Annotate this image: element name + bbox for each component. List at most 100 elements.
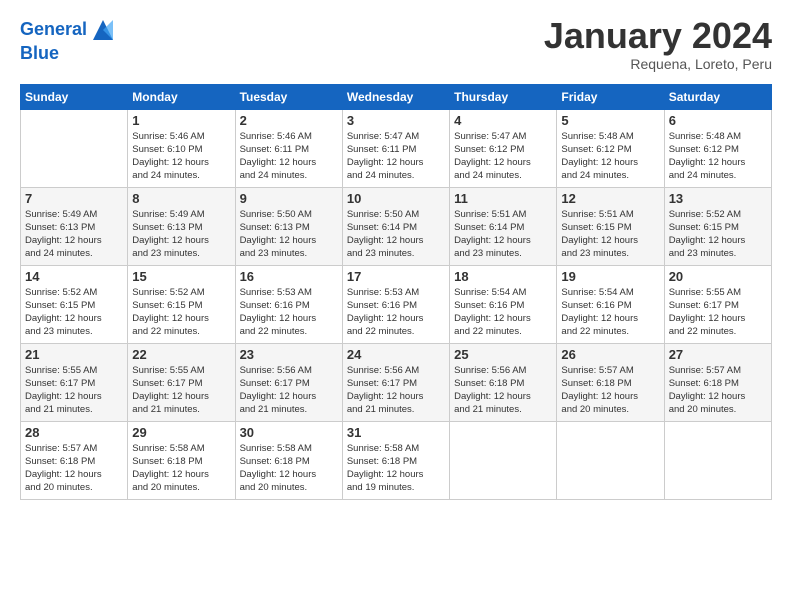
day-info: Sunrise: 5:57 AMSunset: 6:18 PMDaylight:… — [669, 364, 767, 417]
calendar-cell: 15 Sunrise: 5:52 AMSunset: 6:15 PMDayligh… — [128, 265, 235, 343]
calendar-cell: 6 Sunrise: 5:48 AMSunset: 6:12 PMDaylight… — [664, 109, 771, 187]
calendar-cell: 22Sunrise: 5:55 AMSunset: 6:17 PMDayligh… — [128, 343, 235, 421]
day-info: Sunrise: 5:49 AMSunset: 6:13 PMDaylight:… — [25, 208, 123, 261]
day-number: 21 — [25, 347, 123, 362]
calendar-cell: 31Sunrise: 5:58 AMSunset: 6:18 PMDayligh… — [342, 421, 449, 499]
day-number: 15 — [132, 269, 230, 284]
calendar-cell — [557, 421, 664, 499]
day-info: Sunrise: 5:47 AMSunset: 6:11 PMDaylight:… — [347, 130, 445, 183]
calendar-week-1: 1Sunrise: 5:46 AMSunset: 6:10 PMDaylight… — [21, 109, 772, 187]
day-info: Sunrise: 5:53 AMSunset: 6:16 PMDaylight:… — [347, 286, 445, 339]
day-number: 10 — [347, 191, 445, 206]
day-info: Sunrise: 5:46 AMSunset: 6:10 PMDaylight:… — [132, 130, 230, 183]
calendar-week-3: 14 Sunrise: 5:52 AMSunset: 6:15 PMDayligh… — [21, 265, 772, 343]
calendar-cell: 11 Sunrise: 5:51 AMSunset: 6:14 PMDayligh… — [450, 187, 557, 265]
day-number: 14 — [25, 269, 123, 284]
day-info: Sunrise: 5:49 AMSunset: 6:13 PMDaylight:… — [132, 208, 230, 261]
day-number: 6 — [669, 113, 767, 128]
day-number: 2 — [240, 113, 338, 128]
col-tuesday: Tuesday — [235, 84, 342, 109]
day-number: 4 — [454, 113, 552, 128]
day-number: 24 — [347, 347, 445, 362]
day-number: 29 — [132, 425, 230, 440]
calendar-cell: 21 Sunrise: 5:55 AMSunset: 6:17 PMDayligh… — [21, 343, 128, 421]
day-info: Sunrise: 5:54 AMSunset: 6:16 PMDaylight:… — [561, 286, 659, 339]
day-info: Sunrise: 5:48 AMSunset: 6:12 PMDaylight:… — [561, 130, 659, 183]
calendar-cell: 5 Sunrise: 5:48 AMSunset: 6:12 PMDaylight… — [557, 109, 664, 187]
calendar-cell: 4 Sunrise: 5:47 AMSunset: 6:12 PMDaylight… — [450, 109, 557, 187]
header-row: Sunday Monday Tuesday Wednesday Thursday… — [21, 84, 772, 109]
day-number: 23 — [240, 347, 338, 362]
calendar-cell: 13 Sunrise: 5:52 AMSunset: 6:15 PMDayligh… — [664, 187, 771, 265]
calendar-cell: 16 Sunrise: 5:53 AMSunset: 6:16 PMDayligh… — [235, 265, 342, 343]
day-info: Sunrise: 5:48 AMSunset: 6:12 PMDaylight:… — [669, 130, 767, 183]
calendar-cell: 18Sunrise: 5:54 AMSunset: 6:16 PMDayligh… — [450, 265, 557, 343]
calendar-cell — [21, 109, 128, 187]
day-number: 12 — [561, 191, 659, 206]
calendar-cell: 8 Sunrise: 5:49 AMSunset: 6:13 PMDaylight… — [128, 187, 235, 265]
calendar-cell: 29 Sunrise: 5:58 AMSunset: 6:18 PMDayligh… — [128, 421, 235, 499]
calendar-cell: 26 Sunrise: 5:57 AMSunset: 6:18 PMDayligh… — [557, 343, 664, 421]
page-header: General Blue January 2024 Requena, Loret… — [20, 16, 772, 72]
calendar-cell: 12Sunrise: 5:51 AMSunset: 6:15 PMDayligh… — [557, 187, 664, 265]
calendar-cell: 2 Sunrise: 5:46 AMSunset: 6:11 PMDaylight… — [235, 109, 342, 187]
logo-blue: Blue — [20, 43, 59, 63]
calendar-cell: 23 Sunrise: 5:56 AMSunset: 6:17 PMDayligh… — [235, 343, 342, 421]
day-info: Sunrise: 5:47 AMSunset: 6:12 PMDaylight:… — [454, 130, 552, 183]
month-title: January 2024 — [544, 16, 772, 56]
day-number: 20 — [669, 269, 767, 284]
day-number: 25 — [454, 347, 552, 362]
logo-text: General — [20, 20, 87, 40]
title-block: January 2024 Requena, Loreto, Peru — [544, 16, 772, 72]
calendar-cell: 27Sunrise: 5:57 AMSunset: 6:18 PMDayligh… — [664, 343, 771, 421]
day-info: Sunrise: 5:58 AMSunset: 6:18 PMDaylight:… — [240, 442, 338, 495]
day-number: 5 — [561, 113, 659, 128]
day-number: 17 — [347, 269, 445, 284]
day-info: Sunrise: 5:46 AMSunset: 6:11 PMDaylight:… — [240, 130, 338, 183]
day-number: 18 — [454, 269, 552, 284]
col-monday: Monday — [128, 84, 235, 109]
day-info: Sunrise: 5:55 AMSunset: 6:17 PMDaylight:… — [25, 364, 123, 417]
day-number: 11 — [454, 191, 552, 206]
day-number: 8 — [132, 191, 230, 206]
day-number: 28 — [25, 425, 123, 440]
day-number: 19 — [561, 269, 659, 284]
day-number: 7 — [25, 191, 123, 206]
calendar-week-2: 7 Sunrise: 5:49 AMSunset: 6:13 PMDaylight… — [21, 187, 772, 265]
col-sunday: Sunday — [21, 84, 128, 109]
day-info: Sunrise: 5:56 AMSunset: 6:18 PMDaylight:… — [454, 364, 552, 417]
calendar-cell: 3 Sunrise: 5:47 AMSunset: 6:11 PMDaylight… — [342, 109, 449, 187]
logo-icon — [89, 16, 117, 44]
day-info: Sunrise: 5:50 AMSunset: 6:13 PMDaylight:… — [240, 208, 338, 261]
day-number: 26 — [561, 347, 659, 362]
calendar-cell: 30 Sunrise: 5:58 AMSunset: 6:18 PMDayligh… — [235, 421, 342, 499]
day-info: Sunrise: 5:50 AMSunset: 6:14 PMDaylight:… — [347, 208, 445, 261]
day-info: Sunrise: 5:57 AMSunset: 6:18 PMDaylight:… — [561, 364, 659, 417]
col-thursday: Thursday — [450, 84, 557, 109]
calendar-cell: 17 Sunrise: 5:53 AMSunset: 6:16 PMDayligh… — [342, 265, 449, 343]
calendar-cell: 20 Sunrise: 5:55 AMSunset: 6:17 PMDayligh… — [664, 265, 771, 343]
location-subtitle: Requena, Loreto, Peru — [544, 56, 772, 72]
day-number: 30 — [240, 425, 338, 440]
calendar-cell — [450, 421, 557, 499]
day-number: 16 — [240, 269, 338, 284]
day-info: Sunrise: 5:56 AMSunset: 6:17 PMDaylight:… — [240, 364, 338, 417]
day-info: Sunrise: 5:51 AMSunset: 6:14 PMDaylight:… — [454, 208, 552, 261]
day-number: 3 — [347, 113, 445, 128]
day-number: 13 — [669, 191, 767, 206]
calendar-cell: 28Sunrise: 5:57 AMSunset: 6:18 PMDayligh… — [21, 421, 128, 499]
calendar-cell — [664, 421, 771, 499]
page-container: General Blue January 2024 Requena, Loret… — [0, 0, 792, 510]
col-wednesday: Wednesday — [342, 84, 449, 109]
col-saturday: Saturday — [664, 84, 771, 109]
day-info: Sunrise: 5:52 AMSunset: 6:15 PMDaylight:… — [132, 286, 230, 339]
calendar-cell: 1Sunrise: 5:46 AMSunset: 6:10 PMDaylight… — [128, 109, 235, 187]
day-info: Sunrise: 5:58 AMSunset: 6:18 PMDaylight:… — [132, 442, 230, 495]
day-info: Sunrise: 5:53 AMSunset: 6:16 PMDaylight:… — [240, 286, 338, 339]
calendar-week-5: 28Sunrise: 5:57 AMSunset: 6:18 PMDayligh… — [21, 421, 772, 499]
day-number: 22 — [132, 347, 230, 362]
col-friday: Friday — [557, 84, 664, 109]
day-info: Sunrise: 5:55 AMSunset: 6:17 PMDaylight:… — [669, 286, 767, 339]
calendar-cell: 19 Sunrise: 5:54 AMSunset: 6:16 PMDayligh… — [557, 265, 664, 343]
day-info: Sunrise: 5:52 AMSunset: 6:15 PMDaylight:… — [669, 208, 767, 261]
